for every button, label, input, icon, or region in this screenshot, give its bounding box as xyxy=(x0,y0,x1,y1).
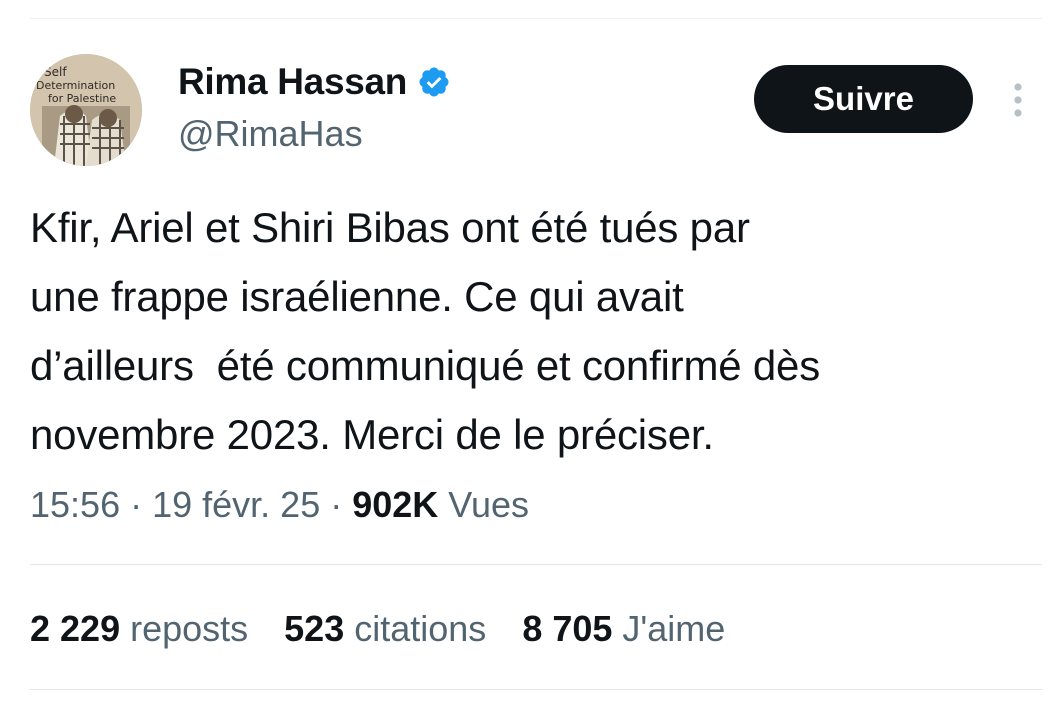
likes-stat[interactable]: 8 705 J'aime xyxy=(522,604,725,654)
meta-separator: · xyxy=(320,484,353,525)
display-name[interactable]: Rima Hassan xyxy=(178,60,407,104)
reposts-count: 2 229 xyxy=(30,608,121,649)
views-count: 902K xyxy=(352,484,439,525)
reposts-label: reposts xyxy=(130,608,249,649)
stats-divider-bottom xyxy=(30,689,1042,690)
verified-badge-icon[interactable] xyxy=(417,65,451,99)
tweet-time[interactable]: 15:56 xyxy=(30,484,120,525)
avatar-caption-line-1: Self xyxy=(44,65,67,79)
reposts-stat[interactable]: 2 229 reposts xyxy=(30,604,248,654)
avatar-image: Self Determination for Palestine xyxy=(30,54,142,166)
tweet-date[interactable]: 19 févr. 25 xyxy=(152,484,320,525)
tweet-text: Kfir, Ariel et Shiri Bibas ont été tués … xyxy=(30,204,820,458)
top-divider xyxy=(30,18,1042,19)
quotes-stat[interactable]: 523 citations xyxy=(284,604,486,654)
avatar[interactable]: Self Determination for Palestine xyxy=(30,54,142,166)
engagement-stats: 2 229 reposts 523 citations 8 705 J'aime xyxy=(30,604,725,654)
likes-count: 8 705 xyxy=(522,608,613,649)
likes-label: J'aime xyxy=(622,608,726,649)
avatar-caption-line-3: for Palestine xyxy=(48,92,116,105)
views-label: Vues xyxy=(448,484,530,525)
avatar-caption-line-2: Determination xyxy=(36,79,115,92)
author-name-row[interactable]: Rima Hassan xyxy=(178,60,451,104)
follow-button[interactable]: Suivre xyxy=(754,65,973,133)
tweet-meta: 15:56 · 19 févr. 25 · 902K Vues xyxy=(30,480,529,530)
stats-divider-top xyxy=(30,564,1042,565)
quotes-label: citations xyxy=(354,608,487,649)
meta-separator: · xyxy=(120,484,153,525)
author-handle[interactable]: @RimaHas xyxy=(178,112,363,156)
quotes-count: 523 xyxy=(284,608,345,649)
more-vertical-icon[interactable] xyxy=(1006,80,1030,120)
